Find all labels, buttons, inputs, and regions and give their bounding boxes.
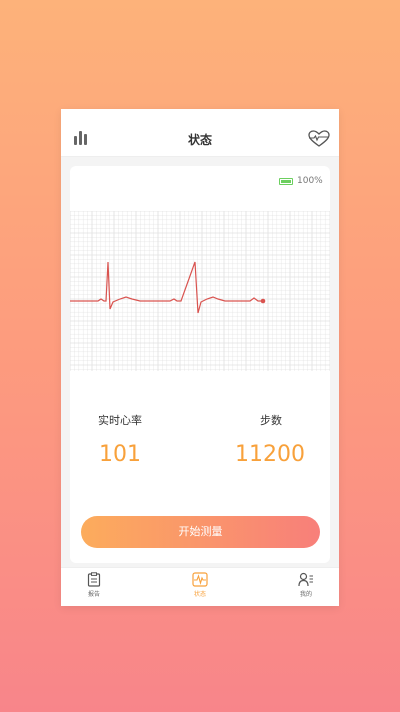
heart-rate-label: 实时心率: [98, 414, 142, 427]
tab-report[interactable]: 报告: [74, 572, 114, 598]
battery-icon: [279, 177, 293, 185]
app-screen: 状态 100% 实时心率 101 步数 11200 开始测量 报告 状态 我的: [61, 109, 339, 606]
ecg-chart: [70, 211, 330, 371]
heart-band-icon[interactable]: [308, 130, 330, 148]
bottom-tab-bar: 报告 状态 我的: [61, 567, 339, 606]
top-bar: 状态: [61, 109, 339, 157]
status-card: 100% 实时心率 101 步数 11200 开始测量: [70, 166, 330, 563]
tab-status-label: 状态: [193, 591, 206, 598]
tab-status[interactable]: 状态: [180, 572, 220, 598]
user-list-icon: [298, 572, 313, 587]
tab-mine[interactable]: 我的: [286, 572, 326, 598]
battery-level-fill: [281, 179, 291, 183]
steps-value: 11200: [235, 442, 305, 467]
heart-rate-value: 101: [99, 442, 141, 467]
clipboard-icon: [87, 572, 101, 587]
tab-mine-label: 我的: [299, 591, 312, 598]
steps-label: 步数: [260, 414, 282, 427]
ecg-cursor-dot: [260, 298, 266, 304]
pulse-icon: [192, 572, 208, 587]
battery-level-text: 100%: [297, 176, 323, 186]
battery-indicator: 100%: [279, 176, 323, 186]
tab-report-label: 报告: [87, 591, 100, 598]
start-measure-button[interactable]: 开始测量: [81, 516, 320, 548]
page-title: 状态: [187, 133, 212, 147]
ecg-trace: [70, 261, 262, 314]
